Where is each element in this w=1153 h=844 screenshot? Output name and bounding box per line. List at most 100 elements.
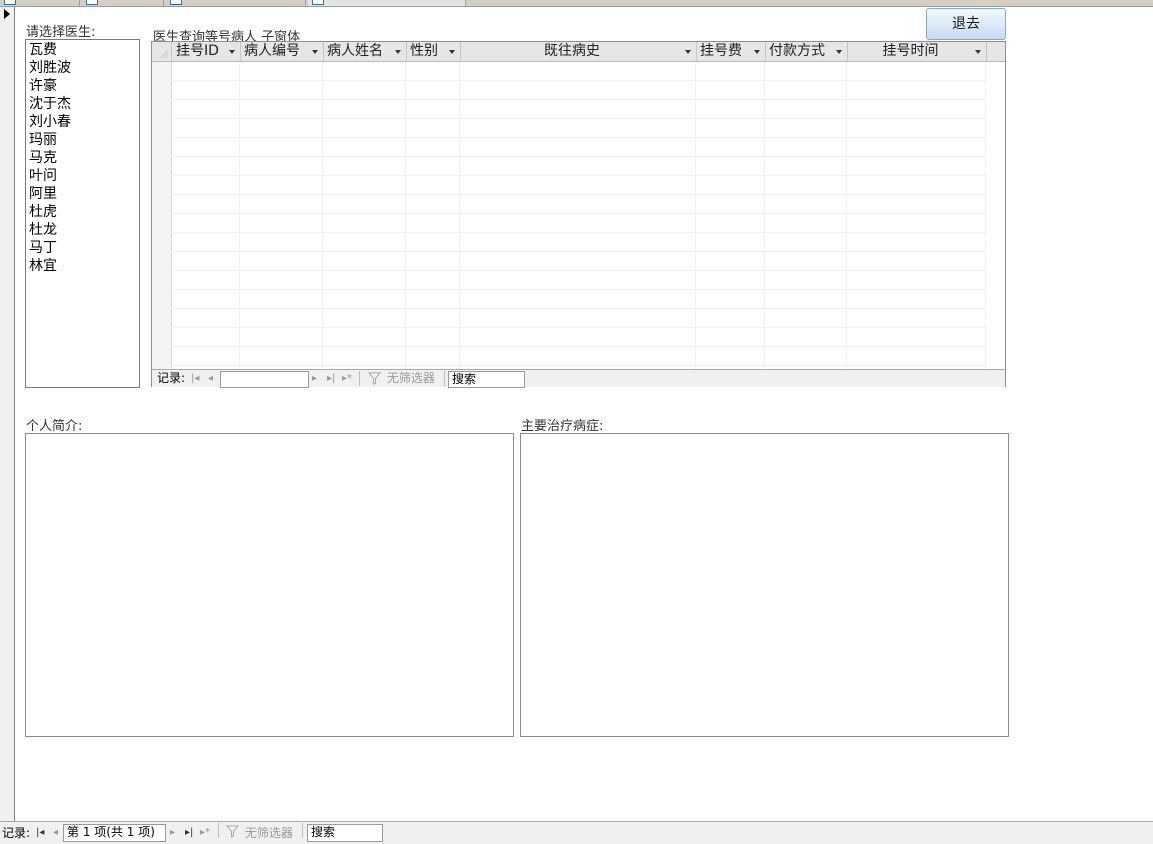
- treatment-label: 主要治疗病症:: [521, 419, 604, 434]
- grid-row-line: [171, 194, 986, 195]
- document-tab[interactable]: [82, 0, 164, 6]
- previous-record-icon[interactable]: ◂: [208, 370, 213, 387]
- grid-column-line: [459, 62, 460, 369]
- sort-dropdown-icon[interactable]: [836, 50, 842, 54]
- current-record-field[interactable]: 第 1 项(共 1 项): [63, 824, 166, 842]
- form-navigation-bar: 记录: |◂ ◂ 第 1 项(共 1 项) ▸ ▸| ▸* 无筛选器 搜索: [0, 821, 1153, 844]
- next-record-icon[interactable]: ▸: [312, 370, 317, 387]
- last-record-icon[interactable]: ▸|: [327, 370, 335, 387]
- intro-textbox[interactable]: [25, 433, 514, 737]
- doctor-list-item[interactable]: 叶问: [29, 167, 136, 185]
- grid-row-line: [171, 251, 986, 252]
- select-all-corner[interactable]: [152, 42, 172, 61]
- grid-row-line: [171, 308, 986, 309]
- sort-dropdown-icon[interactable]: [685, 50, 691, 54]
- doctor-list-item[interactable]: 刘胜波: [29, 59, 136, 77]
- doctor-list-item[interactable]: 林宜: [29, 257, 136, 275]
- last-record-icon[interactable]: ▸|: [185, 824, 193, 842]
- sort-dropdown-icon[interactable]: [449, 50, 455, 54]
- record-label: 记录:: [157, 371, 186, 385]
- document-tab[interactable]: [0, 0, 80, 6]
- doctor-list-item[interactable]: 沈于杰: [29, 95, 136, 113]
- filter-icon: [368, 372, 381, 385]
- grid-row-line: [171, 232, 986, 233]
- grid-row-line: [171, 213, 986, 214]
- intro-label: 个人简介:: [26, 419, 83, 434]
- grid-row-line: [171, 289, 986, 290]
- doctor-list-item[interactable]: 杜龙: [29, 221, 136, 239]
- grid-column-line: [846, 62, 847, 369]
- datasheet-body[interactable]: [152, 62, 1005, 369]
- new-record-icon[interactable]: ▸*: [342, 370, 352, 387]
- grid-row-line: [171, 365, 986, 366]
- sort-dropdown-icon[interactable]: [754, 50, 760, 54]
- column-header[interactable]: 既往病史: [460, 42, 697, 61]
- treatment-textbox[interactable]: [520, 433, 1009, 737]
- nav-separator: [218, 823, 219, 838]
- grid-row-line: [171, 80, 986, 81]
- doctor-list-item[interactable]: 马克: [29, 149, 136, 167]
- previous-record-icon[interactable]: ◂: [53, 824, 58, 842]
- nav-separator: [444, 371, 445, 386]
- grid-row-line: [171, 346, 986, 347]
- search-input[interactable]: 搜索: [448, 371, 525, 388]
- doctor-list-item[interactable]: 许豪: [29, 77, 136, 95]
- doctor-list-item[interactable]: 杜虎: [29, 203, 136, 221]
- column-header-label: 挂号ID: [176, 43, 219, 59]
- grid-column-line: [764, 62, 765, 369]
- doctor-list-item[interactable]: 阿里: [29, 185, 136, 203]
- grid-row-line: [171, 118, 986, 119]
- first-record-icon[interactable]: |◂: [36, 824, 44, 842]
- search-input[interactable]: 搜索: [307, 824, 383, 842]
- next-record-icon[interactable]: ▸: [170, 824, 175, 842]
- datasheet-blank-area: [986, 62, 1005, 369]
- sort-dropdown-icon[interactable]: [312, 50, 318, 54]
- current-record-arrow-icon: [4, 9, 10, 19]
- column-header-label: 病人姓名: [327, 43, 383, 59]
- new-record-icon[interactable]: ▸*: [200, 824, 210, 842]
- grid-column-line: [239, 62, 240, 369]
- filter-icon: [226, 825, 239, 838]
- sort-dropdown-icon[interactable]: [229, 50, 235, 54]
- grid-row-line: [171, 270, 986, 271]
- grid-row-line: [171, 99, 986, 100]
- column-header[interactable]: 性别: [406, 42, 461, 61]
- record-label: 记录:: [2, 826, 31, 840]
- column-header-label: 既往病史: [544, 43, 600, 59]
- column-header[interactable]: 病人姓名: [323, 42, 407, 61]
- column-header[interactable]: 挂号时间: [847, 42, 987, 61]
- exit-button[interactable]: 退去: [926, 8, 1006, 40]
- doctor-listbox[interactable]: 瓦费 刘胜波 许豪 沈于杰 刘小春 玛丽 马克 叶问 阿里 杜虎 杜龙 马丁 林宜: [25, 39, 140, 388]
- column-header-label: 挂号时间: [882, 43, 939, 59]
- record-selector[interactable]: [0, 7, 15, 821]
- nav-separator: [359, 371, 360, 386]
- column-header[interactable]: 付款方式: [765, 42, 848, 61]
- grid-row-line: [171, 137, 986, 138]
- doctor-list-item[interactable]: 玛丽: [29, 131, 136, 149]
- doctor-list-item[interactable]: 马丁: [29, 239, 136, 257]
- patient-subform[interactable]: 挂号ID 病人编号 病人姓名 性别 既往病史 挂号费 付款方式 挂号时间 记录: |◂ ◂ ▸…: [151, 41, 1006, 388]
- first-record-icon[interactable]: |◂: [191, 370, 199, 387]
- filter-status[interactable]: 无筛选器: [387, 370, 435, 387]
- grid-column-line: [695, 62, 696, 369]
- sort-dropdown-icon[interactable]: [975, 50, 981, 54]
- form-icon: [170, 0, 182, 5]
- column-header[interactable]: 挂号ID: [172, 42, 241, 61]
- document-tab[interactable]: [166, 0, 306, 6]
- column-header-label: 挂号费: [700, 43, 742, 59]
- filter-status[interactable]: 无筛选器: [245, 824, 293, 842]
- grid-column-line: [322, 62, 323, 369]
- doctor-list-item[interactable]: 刘小春: [29, 113, 136, 131]
- grid-row-line: [171, 156, 986, 157]
- sort-dropdown-icon[interactable]: [395, 50, 401, 54]
- form-icon: [4, 0, 16, 5]
- doctor-list-item[interactable]: 瓦费: [29, 41, 136, 59]
- subform-navigation-bar: 记录: |◂ ◂ ▸ ▸| ▸* 无筛选器 搜索: [152, 369, 1005, 388]
- column-header[interactable]: 病人编号: [240, 42, 324, 61]
- document-tab-active[interactable]: [308, 0, 466, 6]
- column-header[interactable]: 挂号费: [696, 42, 766, 61]
- grid-row-line: [171, 175, 986, 176]
- row-selector-column[interactable]: [152, 62, 172, 369]
- current-record-field[interactable]: [220, 371, 309, 388]
- column-header-label: 性别: [410, 43, 438, 59]
